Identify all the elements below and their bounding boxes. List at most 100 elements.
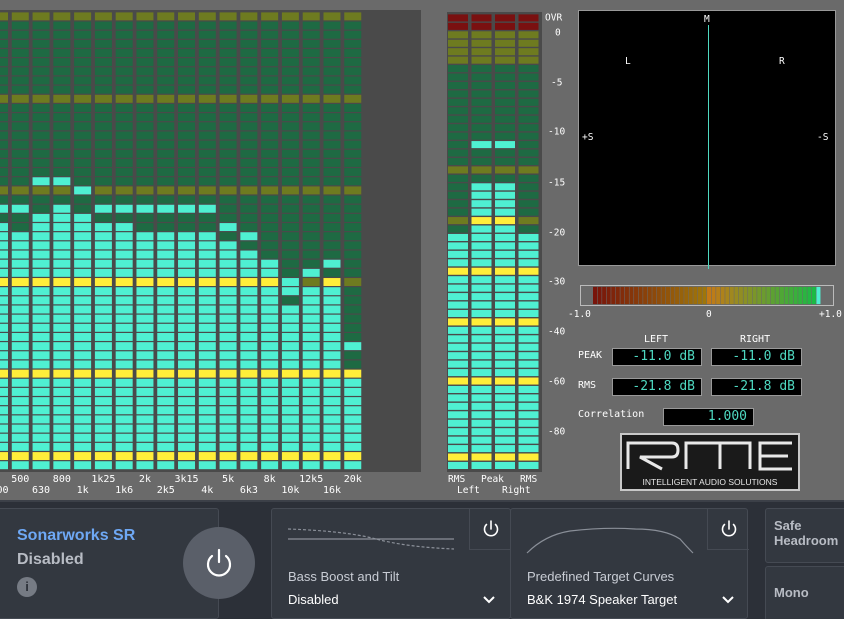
correlation-segment — [770, 286, 775, 305]
mono-label: Mono — [774, 585, 809, 600]
correlation-segment — [789, 286, 794, 305]
gonio-r-label: R — [779, 56, 785, 67]
correlation-segment — [725, 286, 730, 305]
correlation-segment — [688, 286, 693, 305]
analyzer-band — [157, 12, 175, 470]
freq-label: 1k25 — [91, 474, 116, 485]
correlation-segment — [734, 286, 739, 305]
plugin-status: Disabled — [17, 551, 84, 568]
freq-label: 500 — [11, 474, 30, 485]
target-curve-graphic — [526, 527, 694, 554]
bass-select[interactable]: Disabled — [282, 587, 506, 613]
target-select[interactable]: B&K 1974 Speaker Target — [521, 587, 743, 613]
analyzer-band — [344, 12, 362, 470]
correlation-segment — [620, 286, 625, 305]
gonio-m-label: M — [704, 14, 710, 25]
analyzer-band — [74, 12, 92, 470]
gonio-l-label: L — [625, 56, 631, 67]
db-scale-tick: -5 — [551, 77, 563, 89]
rms-right-readout: -21.8 dB — [711, 378, 802, 396]
correlation-segment — [615, 286, 620, 305]
correlation-segment — [743, 286, 748, 305]
freq-label: 12k5 — [299, 474, 324, 485]
analyzer-band — [240, 12, 258, 470]
label-right: Right — [502, 485, 531, 496]
spectrum-analyzer — [0, 10, 421, 472]
correlation-segment — [752, 286, 757, 305]
correlation-segment — [675, 286, 680, 305]
db-scale-tick: -80 — [548, 426, 566, 438]
corr-max: +1.0 — [819, 309, 842, 320]
correlation-segment — [661, 286, 666, 305]
bass-power-icon — [483, 520, 499, 537]
goniometer: M L R +S -S — [578, 10, 836, 269]
label-rms-left: RMS — [448, 474, 466, 485]
power-icon — [206, 548, 232, 577]
freq-label: 800 — [52, 474, 71, 485]
correlation-segment — [757, 286, 762, 305]
level-meter — [447, 12, 542, 472]
power-button[interactable] — [183, 527, 255, 599]
frequency-labels: 400500630800 1k1k251k6 2k 2k53k154k 5k 6k3 8k 1… — [0, 472, 421, 500]
sonarworks-panel: Sonarworks SR Disabled i — [0, 508, 255, 619]
bass-boost-panel: Bass Boost and Tilt Disabled — [271, 508, 511, 619]
correlation-segment — [611, 286, 616, 305]
level-meter-channel — [495, 14, 515, 469]
bass-curve-graphic — [287, 528, 455, 550]
peak-label: PEAK — [578, 350, 603, 361]
correlation-segment — [684, 286, 689, 305]
level-meter-channel — [518, 14, 539, 469]
analyzer-band — [281, 12, 299, 470]
bass-label: Bass Boost and Tilt — [288, 569, 400, 584]
correlation-segment — [748, 286, 753, 305]
mono-button[interactable]: Mono — [765, 566, 844, 619]
correlation-segment — [638, 286, 643, 305]
label-peak: Peak — [481, 474, 504, 485]
db-scale-tick: OVR — [545, 12, 563, 24]
gonio-trace — [708, 25, 709, 269]
freq-label: 2k — [138, 474, 151, 485]
correlation-segment — [597, 286, 602, 305]
correlation-segment — [652, 286, 657, 305]
correlation-segment — [811, 286, 816, 305]
db-scale-tick: 0 — [555, 27, 561, 39]
freq-label: 5k — [222, 474, 235, 485]
db-scale-tick: -60 — [548, 376, 566, 388]
freq-label: 1k6 — [115, 485, 134, 496]
correlation-segment — [716, 286, 721, 305]
correlation-segment — [647, 286, 652, 305]
correlation-bar — [580, 285, 834, 306]
freq-label: 630 — [32, 485, 51, 496]
correlation-scale: -1.0 0 +1.0 — [568, 309, 844, 321]
gonio-plus-s-label: +S — [582, 132, 594, 143]
gonio-minus-s-label: -S — [817, 132, 829, 143]
correlation-segment — [624, 286, 629, 305]
correlation-segment — [711, 286, 716, 305]
correlation-segment — [670, 286, 675, 305]
safe-headroom-label: Safe Headroom — [774, 518, 839, 548]
correlation-segment — [656, 286, 661, 305]
chevron-down-icon — [722, 596, 734, 604]
analyzer-band — [323, 12, 341, 470]
target-curves-panel: Predefined Target Curves B&K 1974 Speake… — [510, 508, 749, 619]
analyzer-band — [94, 12, 112, 470]
analyzer-band — [261, 12, 279, 470]
corr-mid: 0 — [706, 309, 712, 320]
correlation-segment — [629, 286, 634, 305]
correlation-segment — [693, 286, 698, 305]
db-scale-tick: -10 — [548, 126, 566, 138]
corr-min: -1.0 — [568, 309, 591, 320]
analyzer-band — [219, 12, 237, 470]
freq-label: 400 — [0, 485, 9, 496]
bass-power-button[interactable] — [469, 508, 511, 550]
correlation-segment — [720, 286, 725, 305]
label-rms-right: RMS — [520, 474, 538, 485]
correlation-segment — [679, 286, 684, 305]
info-icon[interactable]: i — [17, 577, 37, 597]
target-power-button[interactable] — [707, 508, 749, 550]
safe-headroom-button[interactable]: Safe Headroom — [765, 508, 844, 563]
target-label: Predefined Target Curves — [527, 569, 675, 584]
analyzer-band — [115, 12, 133, 470]
peak-right-readout: -11.0 dB — [711, 348, 802, 366]
correlation-segment — [697, 286, 702, 305]
